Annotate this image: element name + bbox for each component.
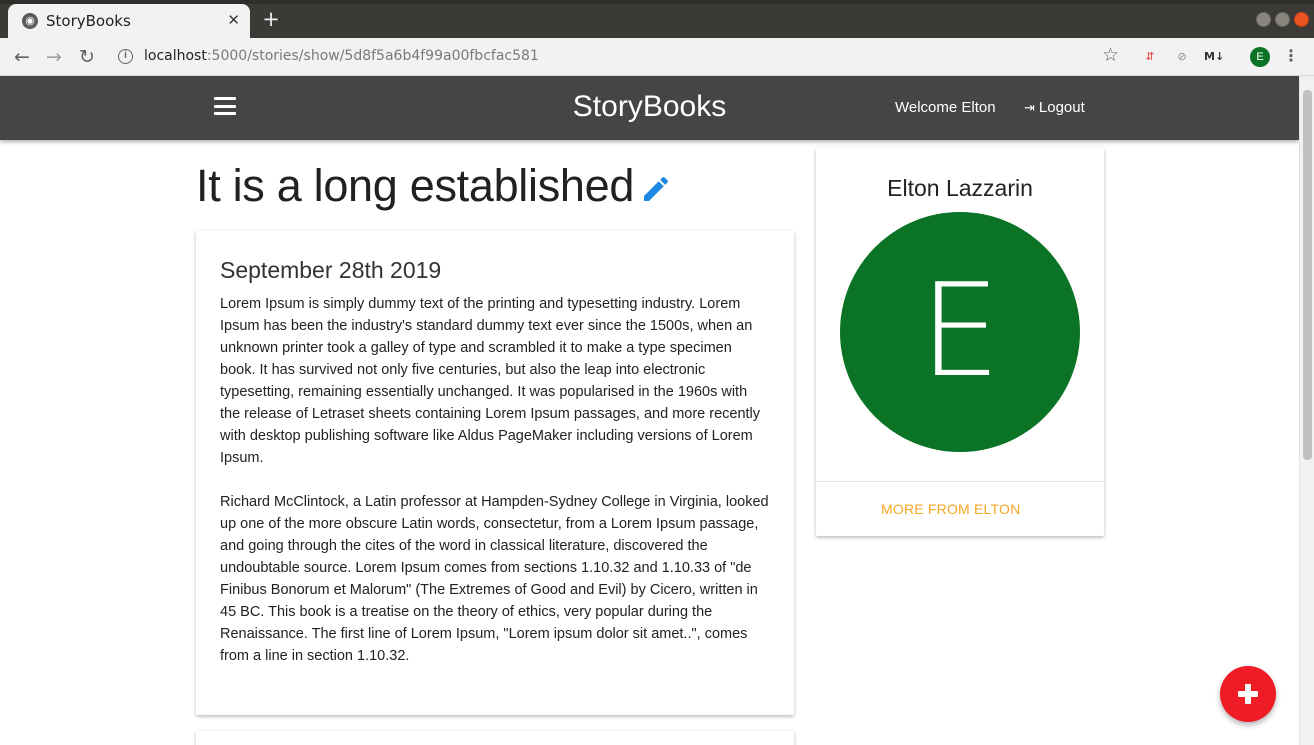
address-bar[interactable]: i localhost:5000/stories/show/5d8f5a6b4f… [106, 42, 1136, 72]
markdown-extension-icon[interactable]: M↓ [1204, 47, 1224, 67]
site-navbar: StoryBooks Welcome Elton ⇥ Logout [0, 76, 1299, 140]
reload-icon[interactable]: ↻ [75, 45, 99, 69]
minimize-window-button[interactable] [1256, 12, 1271, 27]
new-tab-button[interactable]: + [260, 8, 282, 30]
page-scrollbar[interactable] [1299, 76, 1314, 745]
story-paragraph: Lorem Ipsum is simply dummy text of the … [220, 296, 761, 466]
author-avatar: E [840, 212, 1080, 452]
back-arrow-icon[interactable]: ← [10, 45, 34, 69]
story-title: It is a long established [196, 160, 635, 211]
more-from-author-link[interactable]: MORE FROM ELTON [881, 501, 1020, 517]
logout-label: Logout [1038, 99, 1085, 116]
edit-pencil-icon[interactable] [640, 173, 672, 205]
url-text[interactable]: localhost:5000/stories/show/5d8f5a6b4f99… [144, 48, 539, 64]
profile-avatar[interactable]: E [1250, 47, 1270, 67]
story-card: September 28th 2019 Lorem Ipsum is simpl… [196, 231, 794, 715]
info-icon[interactable]: i [118, 49, 133, 64]
brand-logo[interactable]: StoryBooks [0, 90, 1299, 124]
browser-tab[interactable]: ◉ StoryBooks ✕ [8, 4, 250, 38]
maximize-window-button[interactable] [1275, 12, 1290, 27]
browser-toolbar: ← → ↻ i localhost:5000/stories/show/5d8f… [0, 38, 1314, 76]
logout-icon: ⇥ [1024, 101, 1035, 116]
logout-link[interactable]: ⇥ Logout [1024, 99, 1085, 116]
divider [816, 481, 1104, 482]
forward-arrow-icon[interactable]: → [42, 45, 66, 69]
url-path: :5000/stories/show/5d8f5a6b4f99a00fbcfac… [206, 48, 539, 64]
browser-menu-icon[interactable]: ⋮ [1283, 46, 1299, 65]
tab-close-icon[interactable]: ✕ [227, 11, 240, 29]
tab-title: StoryBooks [46, 12, 131, 30]
story-date: September 28th 2019 [220, 257, 442, 283]
page-viewport: StoryBooks Welcome Elton ⇥ Logout It is a… [0, 76, 1299, 745]
close-window-button[interactable] [1294, 12, 1309, 27]
extension-icon[interactable]: ⇵ [1140, 47, 1160, 67]
plus-icon [1245, 684, 1251, 704]
add-story-button[interactable] [1220, 666, 1276, 722]
author-card: Elton Lazzarin E MORE FROM ELTON [816, 148, 1104, 536]
story-body: Lorem Ipsum is simply dummy text of the … [220, 293, 770, 667]
browser-tab-bar: ◉ StoryBooks ✕ + [0, 0, 1314, 38]
globe-icon: ◉ [22, 13, 38, 29]
comments-card [196, 731, 794, 745]
bookmark-star-icon[interactable]: ☆ [1102, 44, 1119, 66]
author-name: Elton Lazzarin [887, 175, 1033, 201]
welcome-text: Welcome Elton [895, 99, 996, 116]
extension-icon[interactable]: ⊘ [1172, 47, 1192, 67]
story-paragraph: Richard McClintock, a Latin professor at… [220, 494, 769, 664]
scrollbar-thumb[interactable] [1303, 90, 1312, 460]
url-host: localhost [144, 48, 207, 64]
